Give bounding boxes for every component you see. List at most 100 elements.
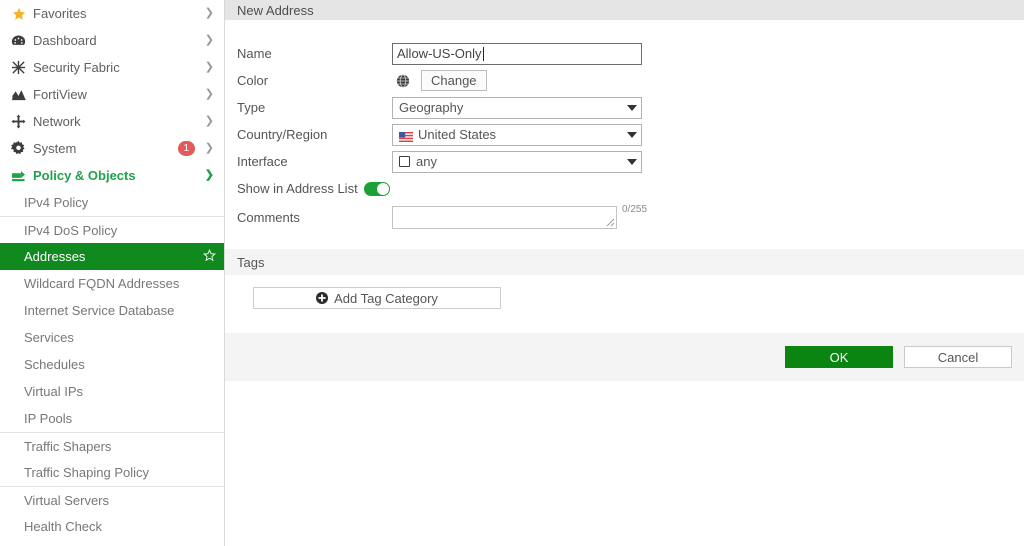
comments-char-counter: 0/255: [622, 204, 648, 215]
country-region-field-wrap: United States: [392, 123, 642, 146]
add-tag-category-button[interactable]: Add Tag Category: [253, 287, 501, 309]
name-label: Name: [237, 46, 272, 61]
form-row-name: Name Allow-US-Only: [225, 40, 1024, 67]
interface-field-wrap: any: [392, 150, 642, 173]
interface-label: Interface: [237, 154, 288, 169]
chevron-down-icon: ❯: [204, 169, 214, 181]
sidebar-item-label: FortiView: [33, 87, 87, 102]
panel-title-bar: New Address: [225, 0, 1024, 20]
tags-section-body: Add Tag Category: [225, 275, 1024, 333]
interface-select[interactable]: any: [392, 150, 642, 173]
plus-circle-icon: [316, 292, 329, 304]
star-outline-icon[interactable]: [203, 249, 216, 264]
color-field-wrap: Change: [392, 70, 487, 91]
name-field-wrap: Allow-US-Only: [392, 42, 642, 65]
status-badge: 1: [177, 141, 195, 156]
sidebar-item-dashboard[interactable]: Dashboard ❯: [0, 27, 224, 54]
us-flag-icon: [399, 130, 413, 142]
sidebar-item-label: System: [33, 141, 77, 156]
chevron-right-icon: ❯: [204, 88, 214, 100]
comments-label: Comments: [237, 210, 300, 225]
comments-field-wrap: 0/255: [392, 204, 648, 229]
new-address-panel: New Address Name Allow-US-Only Color Cha…: [225, 0, 1024, 546]
globe-icon: [395, 73, 410, 88]
name-input[interactable]: Allow-US-Only: [392, 42, 642, 65]
sidebar-item-label: Services: [24, 330, 74, 345]
interface-select-value: any: [416, 154, 437, 169]
chevron-right-icon: ❯: [204, 7, 214, 19]
form-row-comments: Comments 0/255: [225, 204, 1024, 233]
toggle-knob: [376, 182, 389, 195]
resize-handle-icon[interactable]: [606, 218, 615, 227]
policy-objects-submenu: IPv4 Policy IPv4 DoS Policy Addresses Wi…: [0, 189, 224, 540]
sidebar-item-label: Dashboard: [33, 33, 97, 48]
dashboard-icon: [9, 34, 28, 47]
fortiview-icon: [9, 89, 28, 101]
sidebar-item-virtual-ips[interactable]: Virtual IPs: [0, 378, 224, 405]
form-row-country-region: Country/Region United States: [225, 121, 1024, 148]
policy-objects-icon: [9, 169, 28, 183]
sidebar-item-label: Traffic Shaping Policy: [24, 465, 150, 480]
text-caret: [482, 46, 484, 61]
sidebar-item-label: Schedules: [24, 357, 85, 372]
comments-textarea[interactable]: [392, 206, 617, 229]
color-label: Color: [237, 73, 269, 88]
name-input-value: Allow-US-Only: [397, 45, 482, 61]
sidebar-item-network[interactable]: Network ❯: [0, 108, 224, 135]
sidebar-item-security-fabric[interactable]: Security Fabric ❯: [0, 54, 224, 81]
chevron-right-icon: ❯: [204, 61, 214, 73]
sidebar-item-health-check[interactable]: Health Check: [0, 513, 224, 540]
sidebar-item-internet-service-database[interactable]: Internet Service Database: [0, 297, 224, 324]
chevron-down-icon: [627, 104, 637, 111]
sidebar-item-ipv4-policy[interactable]: IPv4 Policy: [0, 189, 224, 216]
sidebar-item-favorites[interactable]: Favorites ❯: [0, 0, 224, 27]
cancel-button[interactable]: Cancel: [904, 346, 1012, 368]
country-region-select-value: United States: [418, 127, 497, 142]
type-select-value: Geography: [399, 100, 464, 115]
type-select[interactable]: Geography: [392, 96, 642, 119]
sidebar-item-fortiview[interactable]: FortiView ❯: [0, 81, 224, 108]
country-region-label: Country/Region: [237, 127, 328, 142]
ok-button[interactable]: OK: [785, 346, 893, 368]
sidebar-item-system[interactable]: System 1 ❯: [0, 135, 224, 162]
sidebar-item-schedules[interactable]: Schedules: [0, 351, 224, 378]
sidebar-item-label: Addresses: [24, 249, 86, 264]
sidebar-item-services[interactable]: Services: [0, 324, 224, 351]
fortigate-admin-ui: Favorites ❯ Dashboard ❯ Security Fabric …: [0, 0, 1024, 546]
main-navigation-sidebar: Favorites ❯ Dashboard ❯ Security Fabric …: [0, 0, 225, 546]
nav-top-section: Favorites ❯ Dashboard ❯ Security Fabric …: [0, 0, 224, 189]
security-fabric-icon: [9, 60, 28, 75]
chevron-right-icon: ❯: [204, 115, 214, 127]
sidebar-item-label: Policy & Objects: [33, 168, 136, 183]
form-row-color: Color Change: [225, 67, 1024, 94]
show-in-address-list-label: Show in Address List: [237, 181, 358, 196]
sidebar-item-label: Favorites: [33, 6, 87, 21]
sidebar-item-label: Network: [33, 114, 81, 129]
show-in-address-list-wrap: [358, 181, 390, 196]
form-row-show-in-address-list: Show in Address List: [225, 175, 1024, 202]
sidebar-item-ipv4-dos-policy[interactable]: IPv4 DoS Policy: [0, 216, 224, 243]
chevron-down-icon: [627, 131, 637, 138]
sidebar-item-label: Health Check: [24, 519, 103, 534]
sidebar-item-virtual-servers[interactable]: Virtual Servers: [0, 486, 224, 513]
sidebar-item-policy-objects[interactable]: Policy & Objects ❯: [0, 162, 224, 189]
type-label: Type: [237, 100, 266, 115]
form-action-bar: OK Cancel: [225, 333, 1024, 381]
sidebar-item-label: Traffic Shapers: [24, 438, 112, 454]
show-in-address-list-toggle[interactable]: [363, 181, 390, 196]
form-row-interface: Interface any: [225, 148, 1024, 175]
chevron-right-icon: ❯: [204, 142, 214, 154]
change-color-button[interactable]: Change: [421, 70, 487, 91]
sidebar-item-addresses[interactable]: Addresses: [0, 243, 224, 270]
tags-section-header: Tags: [225, 249, 1024, 275]
sidebar-item-label: Security Fabric: [33, 60, 120, 75]
sidebar-item-label: IPv4 Policy: [24, 195, 89, 210]
sidebar-item-traffic-shaping-policy[interactable]: Traffic Shaping Policy: [0, 459, 224, 486]
sidebar-item-traffic-shapers[interactable]: Traffic Shapers: [0, 432, 224, 459]
panel-filler: [225, 381, 1024, 546]
sidebar-item-wildcard-fqdn-addresses[interactable]: Wildcard FQDN Addresses: [0, 270, 224, 297]
star-icon: [9, 7, 28, 21]
country-region-select[interactable]: United States: [392, 123, 642, 146]
sidebar-item-ip-pools[interactable]: IP Pools: [0, 405, 224, 432]
sidebar-item-label: Virtual Servers: [24, 492, 110, 508]
